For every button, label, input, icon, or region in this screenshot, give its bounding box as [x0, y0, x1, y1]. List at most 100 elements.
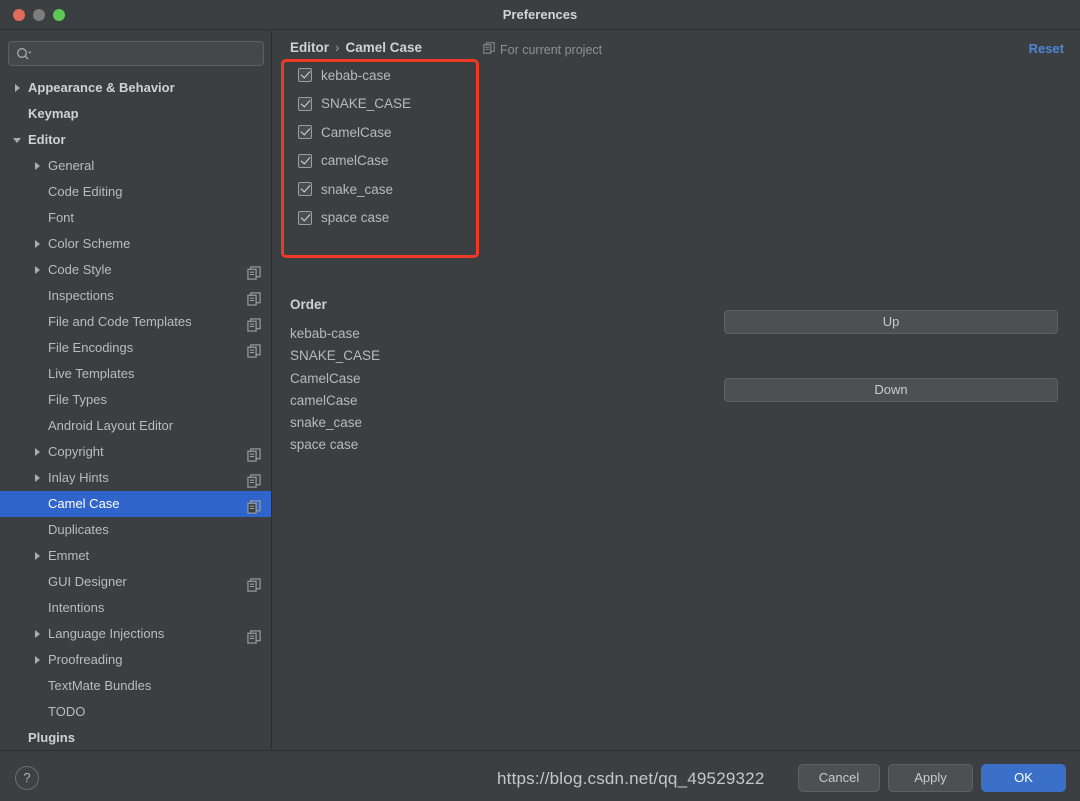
- search-box[interactable]: [8, 41, 264, 67]
- order-list: kebab-case SNAKE_CASE CamelCase camelCase sn…: [290, 323, 540, 457]
- chevron-right-icon[interactable]: [30, 439, 44, 465]
- checkbox-space-case[interactable]: [298, 210, 312, 225]
- apply-button[interactable]: Apply: [888, 764, 973, 792]
- settings-tree: Appearance & Behavior Keymap Editor General…: [0, 75, 271, 749]
- order-list-item[interactable]: CamelCase: [290, 368, 540, 390]
- sidebar-item-keymap[interactable]: Keymap: [0, 101, 271, 127]
- sidebar-item-inlay-hints[interactable]: Inlay Hints: [0, 465, 271, 491]
- sidebar-item-label: Copyright: [48, 444, 104, 459]
- sidebar-item-label: Inspections: [48, 288, 114, 303]
- chevron-down-icon[interactable]: [10, 127, 24, 153]
- sidebar-item-color-scheme[interactable]: Color Scheme: [0, 231, 271, 257]
- copy-icon: [247, 471, 261, 488]
- copy-icon: [247, 497, 261, 514]
- sidebar-item-plugins[interactable]: Plugins: [0, 725, 271, 749]
- checkbox-label: space case: [321, 210, 390, 226]
- reset-link[interactable]: Reset: [1029, 41, 1064, 56]
- sidebar-item-label: Intentions: [48, 600, 105, 615]
- copy-icon: [247, 263, 261, 280]
- sidebar-item-file-types[interactable]: File Types: [0, 387, 271, 413]
- sidebar-item-appearance-behavior[interactable]: Appearance & Behavior: [0, 75, 271, 101]
- checkbox-row[interactable]: SNAKE_CASE: [285, 90, 477, 119]
- chevron-right-icon[interactable]: [30, 231, 44, 257]
- search-field-wrapper: [8, 41, 264, 67]
- cancel-button[interactable]: Cancel: [798, 764, 880, 792]
- sidebar-item-label: Editor: [28, 132, 66, 147]
- checkbox-row[interactable]: camelCase: [285, 147, 477, 176]
- sidebar-item-live-templates[interactable]: Live Templates: [0, 361, 271, 387]
- sidebar-item-file-encodings[interactable]: File Encodings: [0, 335, 271, 361]
- order-list-item[interactable]: kebab-case: [290, 323, 540, 345]
- chevron-right-icon[interactable]: [30, 543, 44, 569]
- sidebar-item-label: Font: [48, 210, 75, 225]
- checkbox-label: camelCase: [321, 153, 389, 169]
- order-list-item[interactable]: space case: [290, 434, 540, 456]
- sidebar-item-copyright[interactable]: Copyright: [0, 439, 271, 465]
- sidebar-item-textmate-bundles[interactable]: TextMate Bundles: [0, 673, 271, 699]
- search-input[interactable]: [35, 42, 259, 67]
- window-title: Preferences: [502, 7, 578, 22]
- order-section-title: Order: [290, 297, 327, 312]
- copy-icon: [483, 42, 495, 57]
- chevron-right-icon[interactable]: [10, 75, 24, 101]
- window-titlebar: Preferences: [0, 0, 1080, 30]
- sidebar-item-general[interactable]: General: [0, 153, 271, 179]
- move-up-button[interactable]: Up: [724, 310, 1058, 334]
- order-list-item[interactable]: SNAKE_CASE: [290, 345, 540, 367]
- sidebar-item-duplicates[interactable]: Duplicates: [0, 517, 271, 543]
- sidebar-item-android-layout-editor[interactable]: Android Layout Editor: [0, 413, 271, 439]
- sidebar-item-code-style[interactable]: Code Style: [0, 257, 271, 283]
- sidebar-item-gui-designer[interactable]: GUI Designer: [0, 569, 271, 595]
- copy-icon: [247, 445, 261, 462]
- sidebar-item-label: Camel Case: [48, 496, 120, 511]
- sidebar-item-label: GUI Designer: [48, 574, 127, 589]
- sidebar-item-label: Emmet: [48, 548, 90, 563]
- sidebar-item-label: Color Scheme: [48, 236, 131, 251]
- breadcrumb-root[interactable]: Editor: [290, 40, 329, 55]
- sidebar-item-language-injections[interactable]: Language Injections: [0, 621, 271, 647]
- sidebar-item-inspections[interactable]: Inspections: [0, 283, 271, 309]
- sidebar-item-editor[interactable]: Editor: [0, 127, 271, 153]
- checkbox-snake-case[interactable]: [298, 96, 312, 111]
- checkbox-label: CamelCase: [321, 124, 392, 140]
- scope-indicator: For current project: [483, 42, 602, 57]
- checkbox-row[interactable]: CamelCase: [285, 118, 477, 147]
- move-down-button[interactable]: Down: [724, 378, 1058, 402]
- sidebar-item-font[interactable]: Font: [0, 205, 271, 231]
- sidebar-item-label: Code Editing: [48, 184, 123, 199]
- sidebar-item-label: Inlay Hints: [48, 470, 109, 485]
- checkbox-label: SNAKE_CASE: [321, 96, 412, 112]
- copy-icon: [247, 289, 261, 306]
- checkbox-label: kebab-case: [321, 67, 391, 83]
- checkbox-camelcase[interactable]: [298, 125, 312, 140]
- help-button[interactable]: ?: [15, 766, 39, 790]
- sidebar-item-label: TextMate Bundles: [48, 678, 152, 693]
- sidebar-item-intentions[interactable]: Intentions: [0, 595, 271, 621]
- case-options-checkbox-list: kebab-case SNAKE_CASE CamelCase camelCase sn…: [285, 61, 477, 232]
- sidebar-item-emmet[interactable]: Emmet: [0, 543, 271, 569]
- copy-icon: [247, 315, 261, 332]
- sidebar-item-file-and-code-templates[interactable]: File and Code Templates: [0, 309, 271, 335]
- checkbox-snake-case[interactable]: [298, 182, 312, 197]
- checkbox-camelcase[interactable]: [298, 153, 312, 168]
- chevron-right-icon[interactable]: [30, 153, 44, 179]
- chevron-right-icon[interactable]: [30, 621, 44, 647]
- checkbox-row[interactable]: kebab-case: [285, 61, 477, 90]
- sidebar-item-code-editing[interactable]: Code Editing: [0, 179, 271, 205]
- ok-button[interactable]: OK: [981, 764, 1066, 792]
- order-list-item[interactable]: snake_case: [290, 412, 540, 434]
- checkbox-row[interactable]: space case: [285, 204, 477, 233]
- chevron-right-icon[interactable]: [30, 465, 44, 491]
- sidebar-item-camel-case[interactable]: Camel Case: [0, 491, 271, 517]
- sidebar-item-todo[interactable]: TODO: [0, 699, 271, 725]
- checkbox-row[interactable]: snake_case: [285, 175, 477, 204]
- chevron-right-icon[interactable]: [30, 647, 44, 673]
- sidebar-item-label: Appearance & Behavior: [28, 80, 175, 95]
- checkbox-kebab-case[interactable]: [298, 68, 312, 83]
- sidebar-item-proofreading[interactable]: Proofreading: [0, 647, 271, 673]
- copy-icon: [247, 341, 261, 358]
- order-list-item[interactable]: camelCase: [290, 390, 540, 412]
- sidebar-item-label: Live Templates: [48, 366, 135, 381]
- chevron-right-icon[interactable]: [30, 257, 44, 283]
- settings-sidebar: Appearance & Behavior Keymap Editor General…: [0, 31, 272, 749]
